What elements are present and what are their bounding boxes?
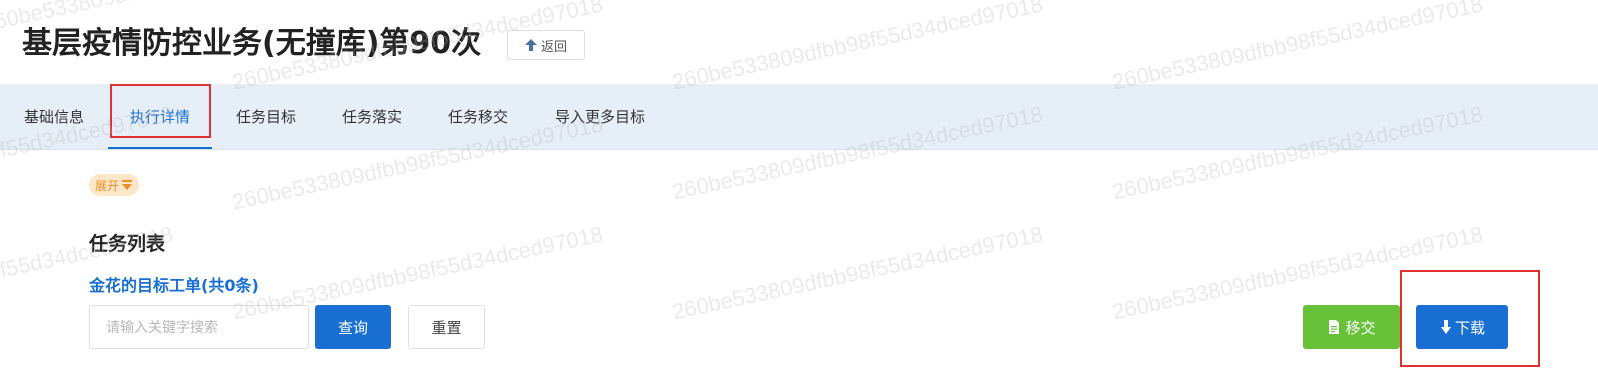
tab-label: 任务移交	[447, 108, 508, 126]
tab-label: 任务目标	[235, 108, 296, 126]
tab-task-targets[interactable]: 任务目标	[234, 84, 298, 149]
work-order-count-link[interactable]: 金花的目标工单(共0条)	[89, 272, 259, 296]
tab-label: 基础信息	[23, 108, 84, 126]
reset-button[interactable]: 重置	[408, 305, 485, 349]
search-input[interactable]	[89, 305, 309, 349]
tab-task-transfer[interactable]: 任务移交	[446, 84, 510, 149]
transfer-button[interactable]: 移交	[1303, 305, 1400, 349]
tab-label: 导入更多目标	[554, 108, 645, 126]
back-button-label: 返回	[540, 39, 567, 55]
watermark: 260be533809dfbb98f55d34dced97018	[670, 221, 1045, 325]
section-title: 任务列表	[89, 233, 166, 255]
tab-label: 任务落实	[341, 108, 402, 126]
page-title: 基层疫情防控业务(无撞库)第90次	[22, 26, 482, 61]
tab-highlight-box	[110, 84, 211, 138]
caret-down-icon	[122, 180, 133, 190]
back-button[interactable]: 返回	[507, 30, 585, 60]
tab-bar: 基础信息 执行详情 任务目标 任务落实 任务移交 导入更多目标	[0, 84, 1598, 150]
download-highlight-box	[1400, 270, 1540, 367]
query-button[interactable]: 查询	[315, 305, 391, 349]
transfer-button-label: 移交	[1345, 318, 1376, 337]
document-icon	[1329, 320, 1340, 334]
tab-import-more-targets[interactable]: 导入更多目标	[552, 84, 648, 149]
page-header: 基层疫情防控业务(无撞库)第90次 返回	[0, 0, 1598, 84]
upload-arrow-icon	[524, 39, 537, 51]
tab-task-implementation[interactable]: 任务落实	[340, 84, 404, 149]
expand-label: 展开	[95, 178, 120, 193]
tab-basic-info[interactable]: 基础信息	[22, 84, 86, 149]
expand-toggle[interactable]: 展开	[89, 174, 140, 196]
